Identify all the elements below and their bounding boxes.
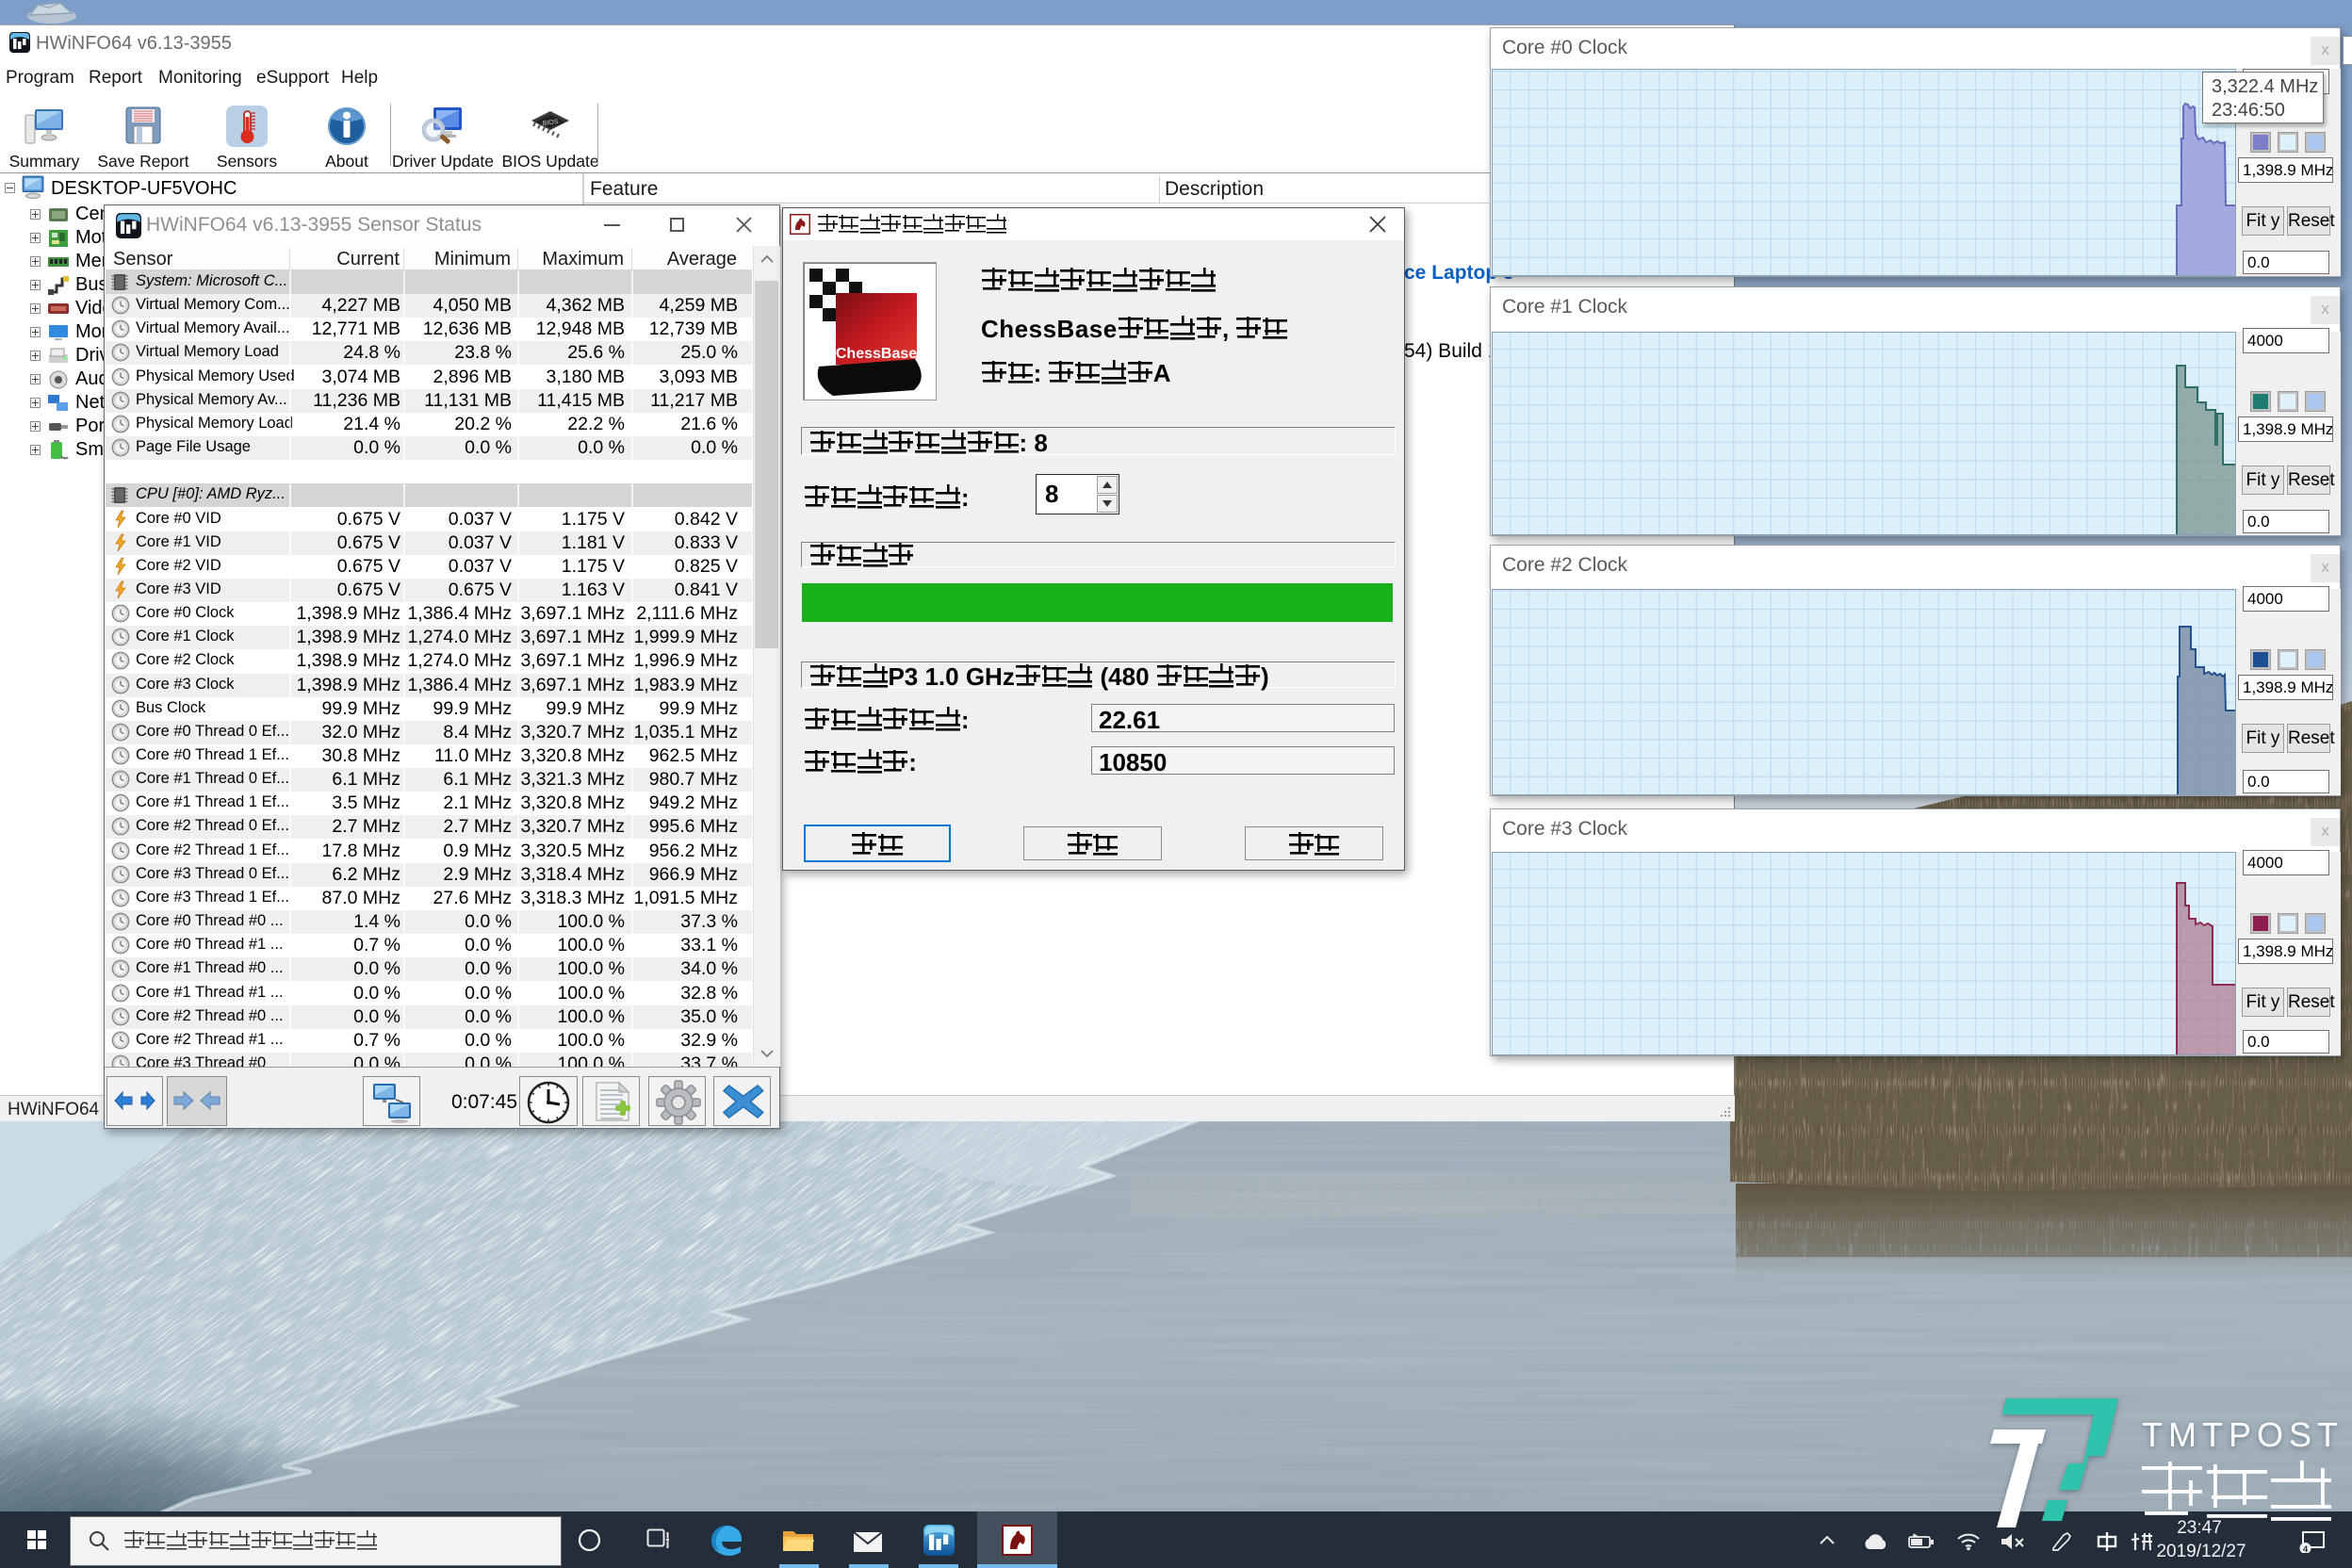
- svg-text:TMTPOST: TMTPOST: [2142, 1415, 2344, 1454]
- svg-text:ChessBase: ChessBase: [836, 346, 917, 362]
- svg-text:4: 4: [2303, 1544, 2309, 1553]
